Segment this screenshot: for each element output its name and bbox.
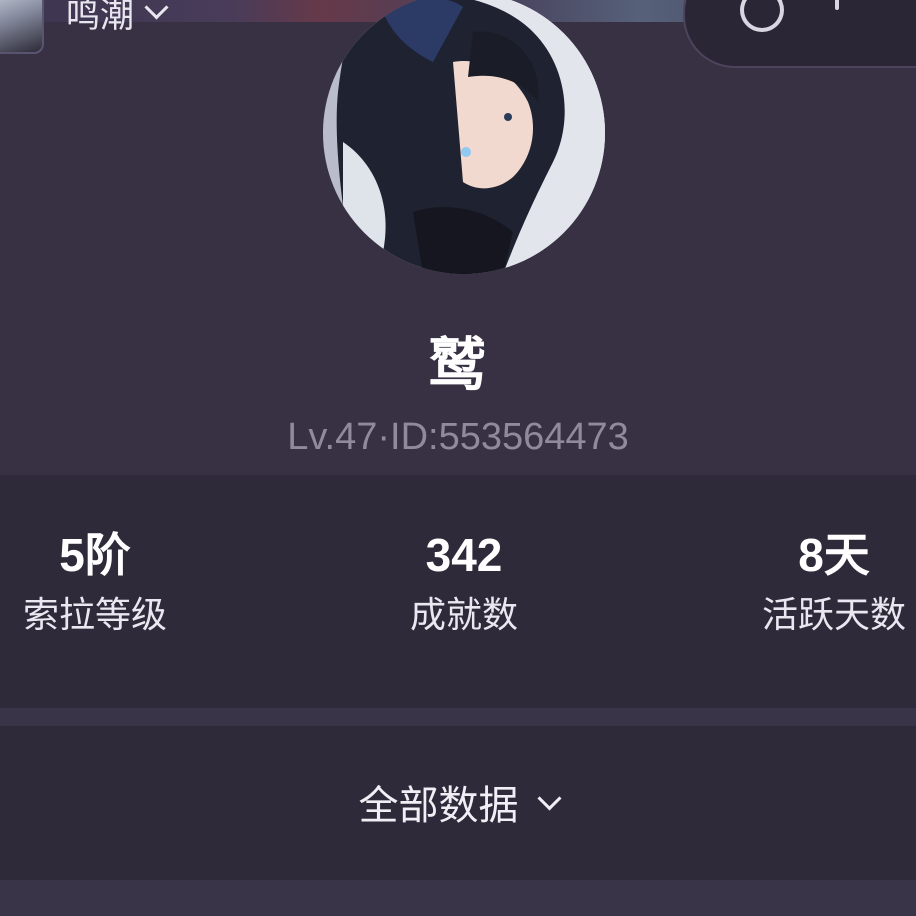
stat-label: 索拉等级 xyxy=(22,595,167,636)
section-divider xyxy=(0,708,916,726)
game-switcher[interactable]: 鸣潮 xyxy=(66,0,169,37)
chevron-down-icon xyxy=(144,0,169,20)
close-icon[interactable]: ✕ xyxy=(875,0,912,6)
stat-active-days[interactable]: 8天 活跃天数 xyxy=(724,525,916,639)
section-divider xyxy=(0,880,916,916)
all-data-label: 全部数据 xyxy=(358,783,519,829)
game-name-label: 鸣潮 xyxy=(66,0,134,36)
avatar-illustration xyxy=(323,0,605,274)
game-thumbnail[interactable] xyxy=(0,0,44,54)
level-id-line: Lv.47·ID:553564473 xyxy=(287,416,629,458)
share-icon[interactable] xyxy=(740,0,784,32)
all-data-button[interactable]: 全部数据 xyxy=(0,726,916,880)
stat-sola-level[interactable]: 5阶 索拉等级 xyxy=(0,525,205,639)
mini-program-capsule: ✕ xyxy=(683,0,916,68)
stat-achievements[interactable]: 342 成就数 xyxy=(354,525,574,639)
username: 鹫 xyxy=(427,331,488,399)
stat-label: 成就数 xyxy=(409,595,518,636)
avatar[interactable] xyxy=(323,0,605,274)
stat-label: 活跃天数 xyxy=(761,595,906,636)
stat-value: 342 xyxy=(425,529,503,581)
stats-panel: 5阶 索拉等级 342 成就数 8天 活跃天数 xyxy=(0,475,916,708)
chevron-down-icon xyxy=(536,785,562,811)
profile-page: 鸣潮 ✕ 鹫 Lv.47·ID:553564473 5阶 索拉等级 342 xyxy=(0,0,916,916)
more-icon[interactable] xyxy=(835,0,839,10)
stat-value: 8天 xyxy=(798,529,870,581)
stat-value: 5阶 xyxy=(59,529,131,581)
